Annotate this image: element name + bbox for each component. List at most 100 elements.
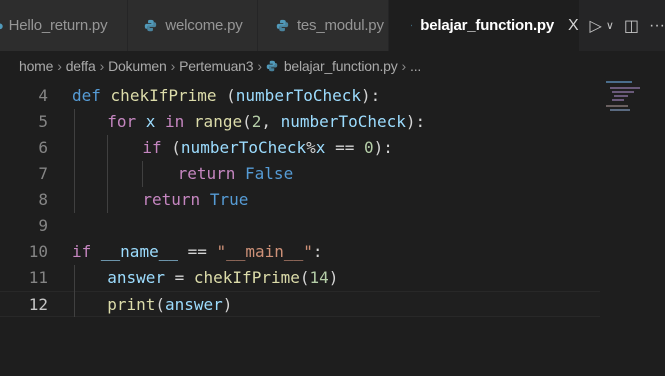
breadcrumb-separator: ›: [99, 58, 105, 74]
breadcrumb-item-deffa[interactable]: deffa: [66, 58, 96, 74]
python-file-icon: [410, 24, 413, 27]
breadcrumb-separator: ›: [57, 58, 62, 74]
tab-label: welcome.py: [165, 17, 243, 34]
breadcrumb-item-dokumen[interactable]: Dokumen: [108, 58, 167, 74]
editor-tab-bar: ● Hello_return.py welcome.py tes_modul.p…: [0, 0, 665, 51]
code-token: "__main__": [216, 242, 313, 261]
line-number: 6: [38, 138, 48, 157]
minimap-line: [610, 87, 640, 89]
code-token: (: [161, 138, 181, 157]
code-line[interactable]: 10 if __name__ == "__main__":: [0, 239, 600, 265]
breadcrumb-separator: ›: [170, 58, 176, 74]
code-text: if __name__ == "__main__":: [72, 239, 322, 265]
code-editor[interactable]: 4 def chekIfPrime (numberToCheck): 5 for x …: [0, 81, 665, 376]
code-token: def: [72, 86, 101, 105]
code-line[interactable]: 12 print(answer): [0, 291, 600, 317]
minimap-line: [610, 109, 630, 111]
python-file-icon: [276, 19, 289, 32]
code-text: return False: [178, 161, 294, 187]
line-number: 9: [38, 216, 48, 235]
line-number: 8: [38, 190, 48, 209]
tab-label: belajar_function.py: [420, 17, 555, 34]
code-line[interactable]: 9: [0, 213, 600, 239]
code-token: ): [328, 268, 339, 287]
indent-guide: [74, 265, 75, 317]
code-line[interactable]: 6 if (numberToCheck%x == 0):: [0, 135, 600, 161]
code-token: ==: [177, 242, 217, 261]
code-token: (: [216, 86, 236, 105]
split-editor-icon[interactable]: ◫: [624, 16, 639, 36]
line-number: 11: [28, 268, 48, 287]
code-token: print: [107, 295, 156, 314]
code-token: (: [155, 295, 165, 314]
python-file-icon: ●: [0, 18, 4, 33]
code-token: (: [299, 268, 310, 287]
code-token: ,: [261, 112, 281, 131]
minimap-line: [612, 99, 624, 101]
code-token: ):: [405, 112, 426, 131]
code-token: in: [165, 112, 185, 131]
editor-actions: ▷ ∨ ◫ ···: [580, 0, 665, 51]
code-token: 0: [363, 138, 374, 157]
minimap-line: [614, 95, 628, 97]
tab-belajar-function[interactable]: belajar_function.py X: [388, 0, 580, 51]
minimap-line: [606, 81, 632, 83]
code-token: 2: [251, 112, 262, 131]
line-number: 4: [38, 86, 48, 105]
minimap[interactable]: [600, 81, 665, 141]
code-token: %: [306, 138, 316, 157]
code-text: answer = chekIfPrime(14): [107, 265, 338, 291]
breadcrumb-item-file[interactable]: belajar_function.py: [284, 58, 398, 74]
line-number: 7: [38, 164, 48, 183]
breadcrumb-item-home[interactable]: home: [19, 58, 53, 74]
code-token: False: [245, 164, 294, 183]
code-token: range: [193, 112, 243, 131]
code-token: ):: [361, 86, 381, 105]
code-token: for: [107, 112, 137, 131]
chevron-down-icon[interactable]: ∨: [606, 19, 614, 32]
tab-welcome[interactable]: welcome.py: [128, 0, 258, 51]
line-number: 12: [28, 295, 48, 314]
breadcrumb-item-pertemuan3[interactable]: Pertemuan3: [179, 58, 253, 74]
code-token: answer: [165, 295, 223, 314]
code-text: def chekIfPrime (numberToCheck):: [72, 83, 380, 109]
code-line[interactable]: 4 def chekIfPrime (numberToCheck):: [0, 83, 600, 109]
indent-guide: [107, 135, 108, 213]
code-token: return: [142, 190, 201, 209]
minimap-line: [612, 91, 634, 93]
code-token: numberToCheck: [235, 86, 362, 105]
line-number: 5: [38, 112, 48, 131]
code-token: 14: [309, 268, 329, 287]
code-token: x: [145, 112, 156, 131]
code-token: return: [177, 164, 236, 183]
code-token: ):: [373, 138, 393, 157]
code-text: for x in range(2, numberToCheck):: [107, 109, 425, 135]
code-token: ==: [325, 138, 364, 157]
code-token: True: [209, 190, 249, 209]
code-token: numberToCheck: [280, 112, 406, 131]
python-file-icon: [145, 19, 157, 32]
code-line[interactable]: 11 answer = chekIfPrime(14): [0, 265, 600, 291]
code-token: ): [222, 295, 233, 314]
breadcrumb-separator: ›: [401, 58, 407, 74]
code-text: if (numberToCheck%x == 0):: [142, 135, 392, 161]
code-token: :: [312, 242, 323, 261]
code-token: chekIfPrime: [110, 86, 217, 105]
code-line[interactable]: 8 return True: [0, 187, 600, 213]
code-token: if: [72, 242, 92, 261]
more-actions-icon[interactable]: ···: [649, 17, 665, 35]
breadcrumb-item-symbols[interactable]: ...: [410, 58, 421, 74]
code-line[interactable]: 7 return False: [0, 161, 600, 187]
close-icon[interactable]: X: [568, 17, 579, 35]
code-line[interactable]: 5 for x in range(2, numberToCheck):: [0, 109, 600, 135]
tab-label: Hello_return.py: [8, 17, 108, 34]
tab-tes-modul[interactable]: tes_modul.py: [257, 0, 389, 51]
tab-hello-return[interactable]: ● Hello_return.py: [0, 0, 129, 51]
code-token: if: [142, 138, 162, 157]
code-token: __name__: [100, 242, 178, 261]
run-icon[interactable]: ▷: [590, 16, 602, 36]
indent-guide: [74, 109, 75, 213]
